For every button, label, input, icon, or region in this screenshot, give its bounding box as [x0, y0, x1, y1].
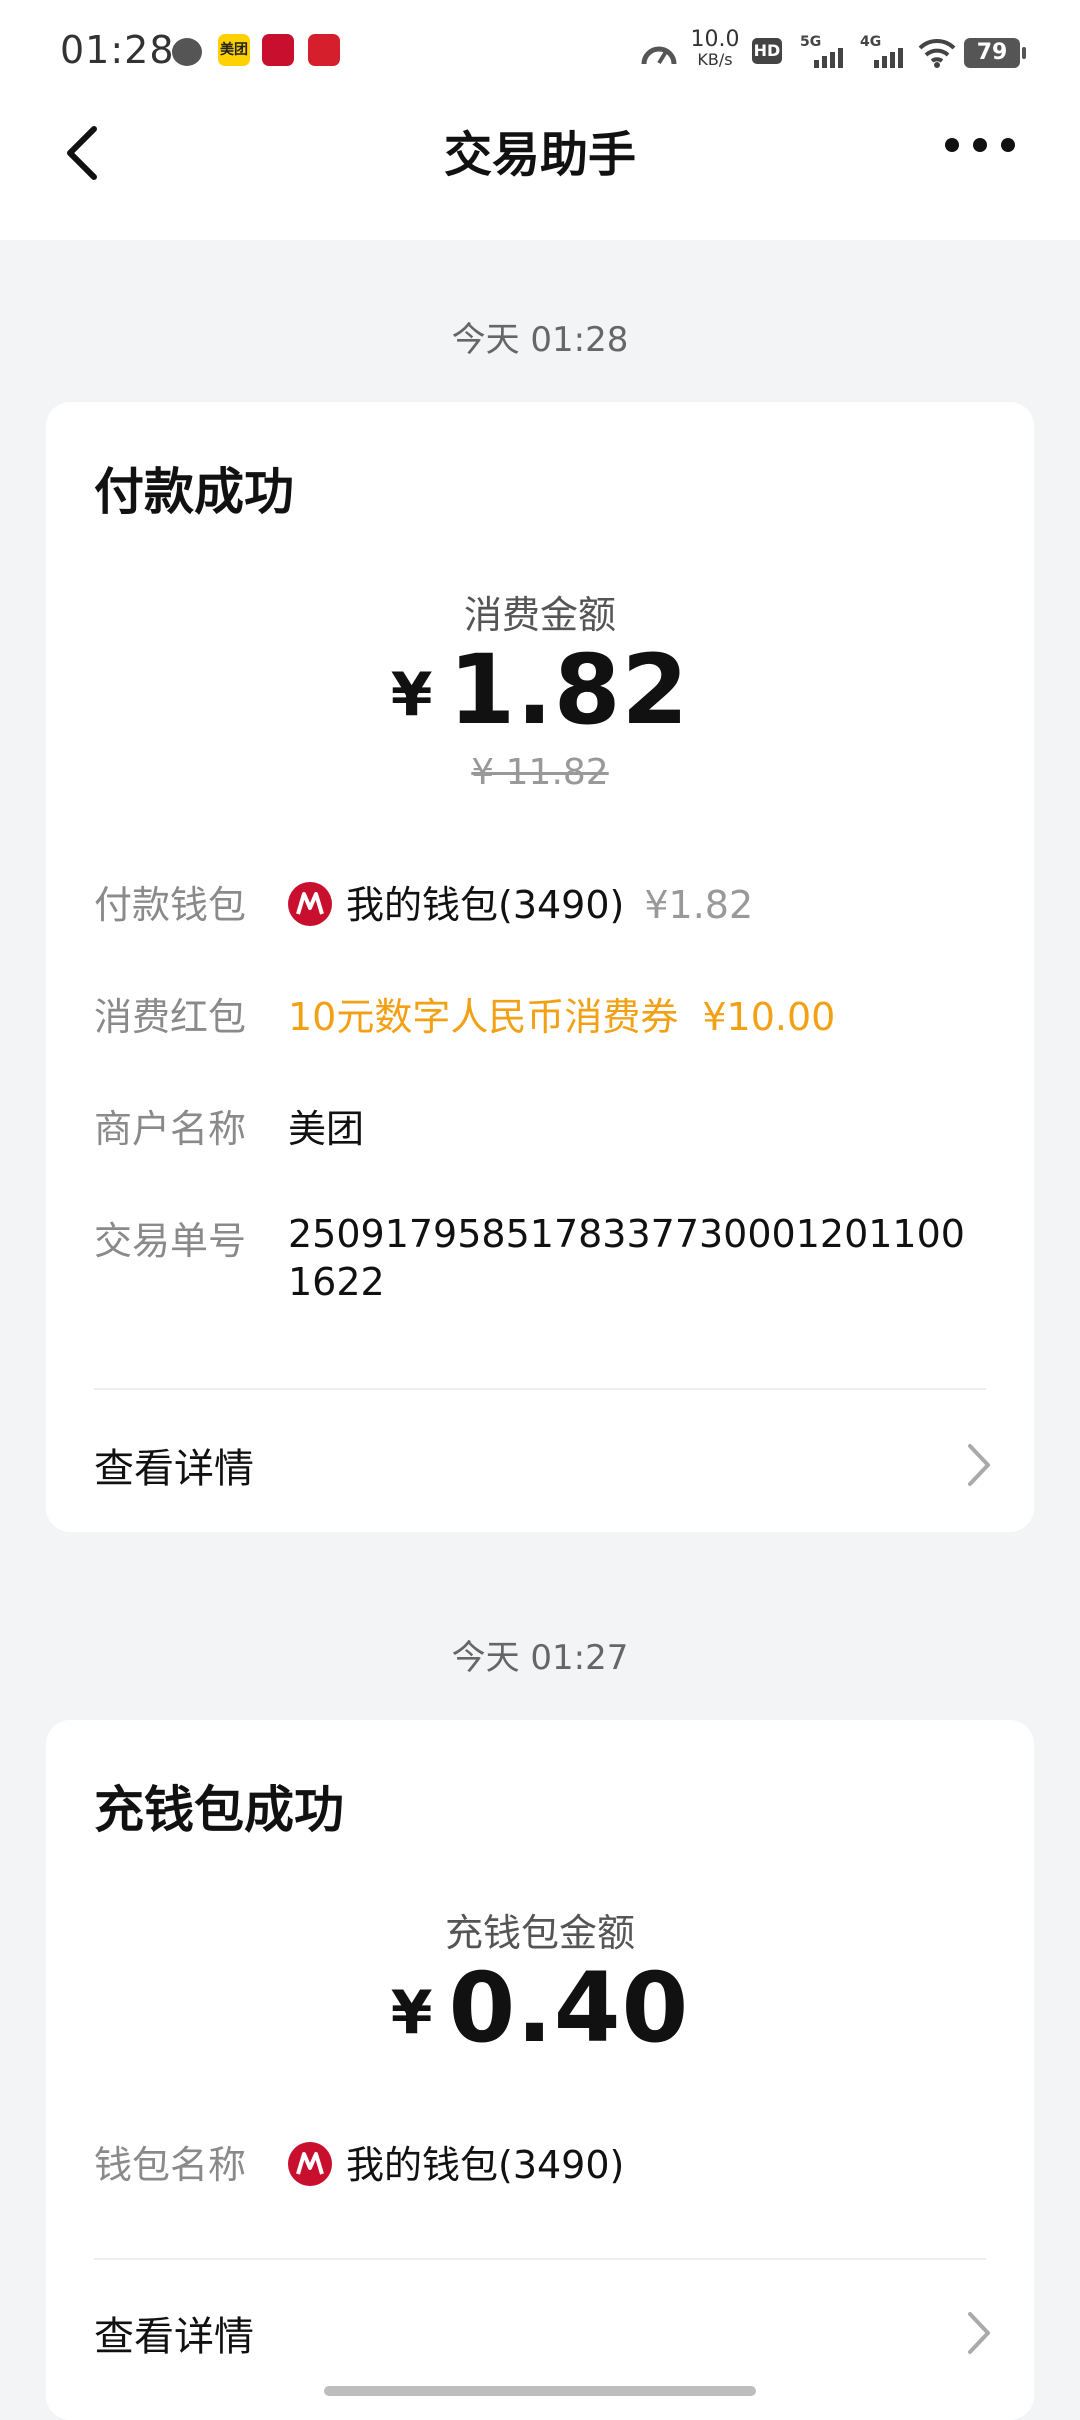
battery-level: 79 [976, 40, 1008, 65]
recharge-card: 充钱包成功 充钱包金额 ¥0.40 钱包名称 我的钱包(3490) 查看详情 [46, 1720, 1034, 2420]
more-dots-icon [945, 138, 1015, 152]
bank-logo-icon [288, 2142, 332, 2186]
more-options-button[interactable] [940, 125, 1020, 165]
currency-symbol: ¥ [390, 1978, 433, 2048]
amount-value: 1.82 [448, 634, 690, 746]
timestamp-tx1: 今天 01:28 [451, 320, 629, 360]
status-bar: 01:28 美团 10.0 KB/s HD 5G 4G 79 [0, 0, 1080, 105]
row-value-wallet-name: 我的钱包(3490) [288, 2134, 624, 2189]
hd-label: HD [753, 41, 781, 60]
chevron-right-icon [968, 2312, 990, 2354]
svg-text:4G: 4G [860, 34, 881, 50]
wallet-name: 我的钱包(3490) [346, 2143, 625, 2187]
card-title: 充钱包成功 [94, 1781, 344, 1839]
row-label-wallet: 付款钱包 [94, 883, 247, 927]
payment-card: 付款成功 消费金额 ¥1.82 ¥ 11.82 付款钱包 我的钱包(3490) ¥… [46, 402, 1034, 1532]
coupon-amount: ¥10.00 [702, 995, 836, 1039]
currency-symbol: ¥ [390, 660, 433, 730]
row-value-coupon: 10元数字人民币消费券 ¥10.00 [288, 986, 835, 1041]
amount: ¥1.82 [46, 634, 1034, 746]
battery-indicator: 79 [964, 38, 1026, 68]
wallet-amount: ¥1.82 [644, 883, 754, 927]
meituan-label: 美团 [220, 42, 248, 58]
hd-badge: HD [752, 38, 782, 64]
page-title: 交易助手 [443, 127, 636, 183]
home-indicator[interactable] [324, 2386, 756, 2396]
amount: ¥0.40 [46, 1952, 1034, 2064]
signal-4g-icon: 4G [860, 34, 903, 68]
speedometer-icon [641, 46, 677, 65]
divider [94, 1388, 986, 1390]
nav-bar: 交易助手 [0, 105, 1080, 240]
row-label-merchant: 商户名称 [94, 1107, 247, 1151]
chevron-right-icon [968, 1444, 990, 1486]
row-label-wallet-name: 钱包名称 [94, 2143, 247, 2187]
amount-label: 充钱包金额 [444, 1911, 635, 1955]
chat-notification-icon [172, 38, 202, 66]
order-number: 25091795851783377300012011001622 [288, 1212, 965, 1304]
ecny-notification-icon [308, 34, 340, 66]
net-speed-value: 10.0 [690, 27, 740, 52]
net-speed-unit: KB/s [697, 50, 733, 69]
timestamp-tx2: 今天 01:27 [451, 1638, 629, 1678]
row-label-coupon: 消费红包 [94, 995, 247, 1039]
row-label-order-no: 交易单号 [94, 1219, 247, 1263]
bank-logo-icon [288, 882, 332, 926]
svg-text:5G: 5G [800, 34, 821, 50]
meituan-notification-icon: 美团 [218, 34, 250, 66]
view-details-link[interactable]: 查看详情 [94, 1436, 254, 1494]
amount-label: 消费金额 [463, 593, 616, 637]
card-title: 付款成功 [94, 463, 294, 521]
bank-notification-icon [262, 34, 294, 66]
wallet-name: 我的钱包(3490) [346, 883, 625, 927]
wifi-icon [918, 38, 956, 68]
row-value-wallet: 我的钱包(3490) ¥1.82 [288, 874, 753, 929]
status-time: 01:28 [60, 28, 175, 72]
net-speed: 10.0 KB/s [690, 27, 740, 70]
signal-5g-icon: 5G [800, 34, 843, 68]
divider [94, 2258, 986, 2260]
merchant-name: 美团 [288, 1107, 365, 1151]
view-details-link[interactable]: 查看详情 [94, 2304, 254, 2362]
original-amount: ¥ 11.82 [471, 752, 609, 793]
coupon-name: 10元数字人民币消费券 [288, 995, 679, 1039]
amount-value: 0.40 [448, 1952, 690, 2064]
